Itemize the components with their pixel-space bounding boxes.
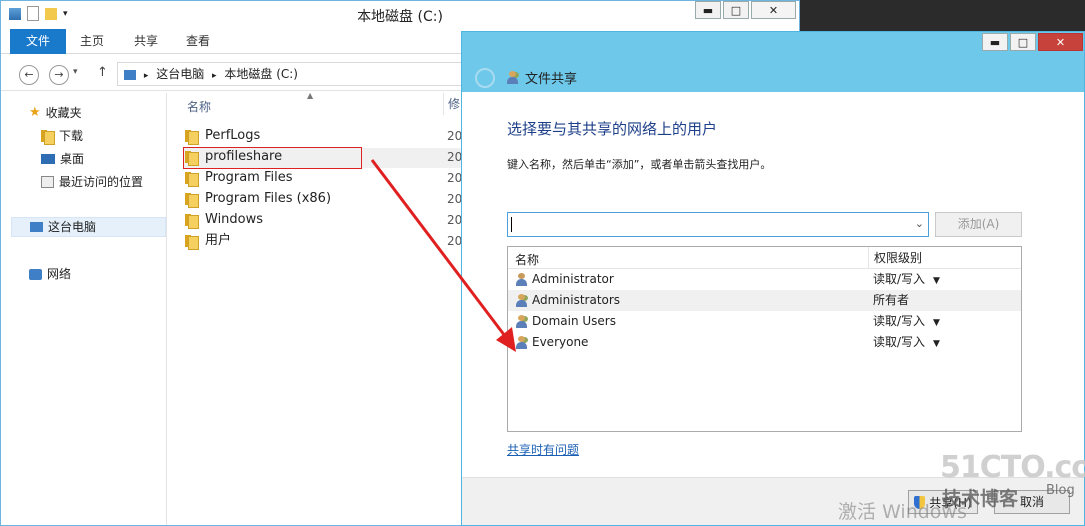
arrow-head bbox=[496, 327, 516, 352]
arrow-shaft bbox=[370, 159, 510, 341]
site-logo: 51CTO.com bbox=[940, 450, 1085, 485]
site-logo-subtitle: 技术博客 bbox=[942, 488, 1019, 510]
annotation-arrow bbox=[370, 159, 516, 352]
site-logo-blog: Blog bbox=[1046, 483, 1075, 498]
